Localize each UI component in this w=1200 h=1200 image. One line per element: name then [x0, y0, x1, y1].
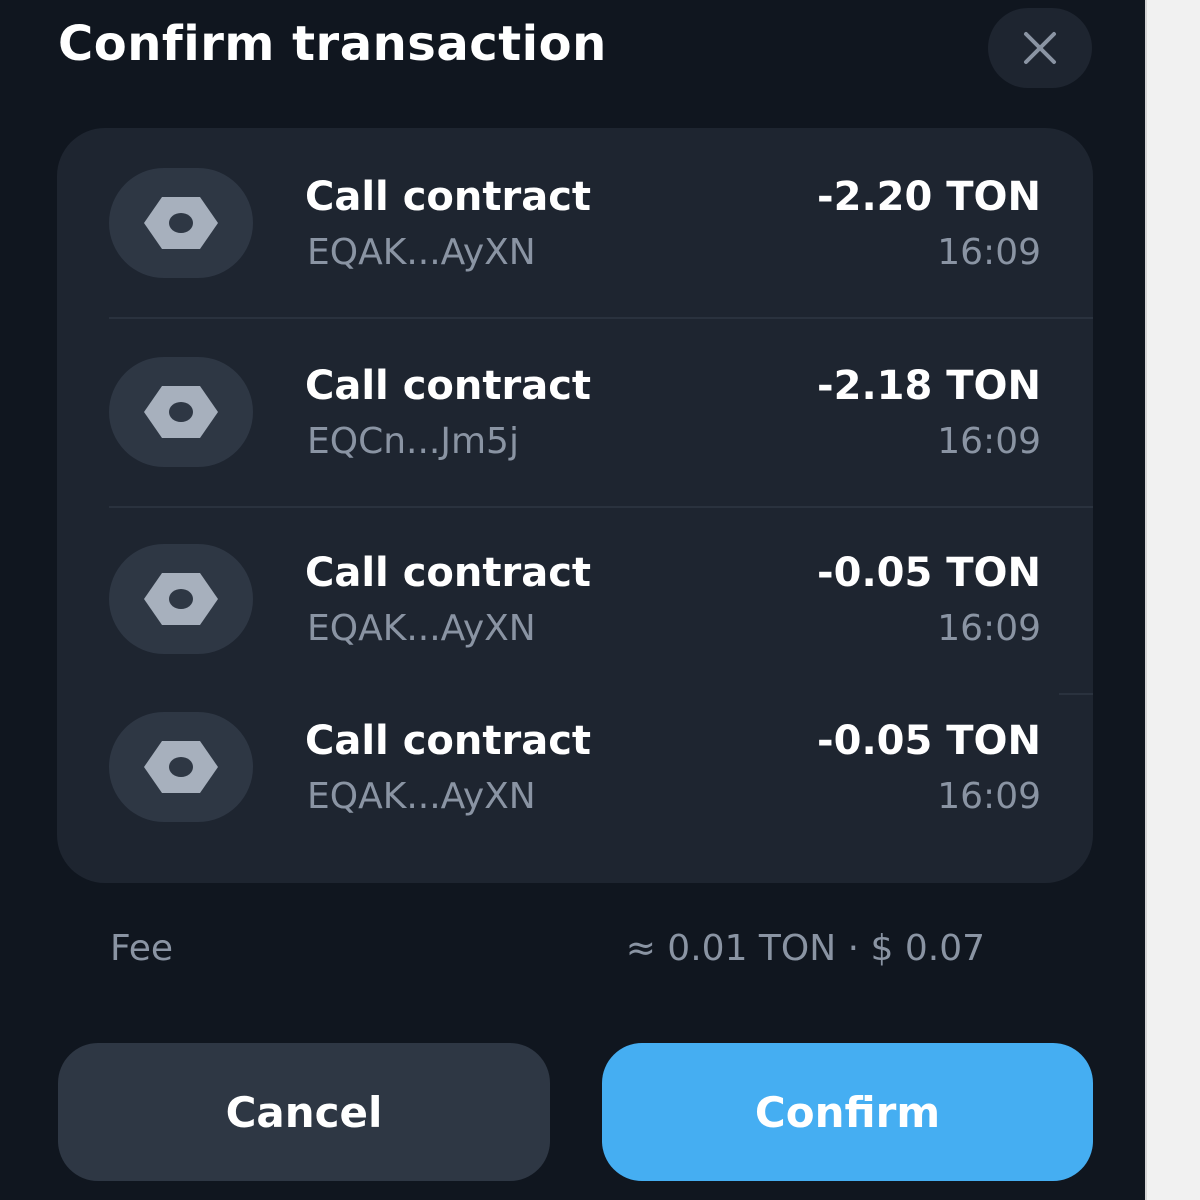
nut-icon: [144, 573, 218, 625]
transaction-amount: -0.05 TON: [817, 550, 1041, 596]
transaction-time: 16:09: [937, 232, 1041, 273]
transaction-time: 16:09: [937, 421, 1041, 462]
transaction-address: EQAK...AyXN: [307, 608, 536, 649]
nut-icon: [144, 197, 218, 249]
nut-icon: [144, 386, 218, 438]
fee-value: ≈ 0.01 TON · $ 0.07: [625, 928, 985, 969]
transaction-row: Call contract EQAK...AyXN -0.05 TON 16:0…: [57, 507, 1093, 694]
transaction-name: Call contract: [305, 363, 592, 409]
contract-icon-badge: [109, 357, 253, 467]
transaction-name: Call contract: [305, 718, 592, 764]
transaction-time: 16:09: [937, 776, 1041, 817]
confirm-transaction-modal: Confirm transaction Call contract EQAK..…: [0, 0, 1145, 1200]
contract-icon-badge: [109, 168, 253, 278]
close-icon: [1024, 32, 1056, 64]
confirm-button[interactable]: Confirm: [602, 1043, 1093, 1181]
transaction-name: Call contract: [305, 550, 592, 596]
transaction-row: Call contract EQAK...AyXN -2.20 TON 16:0…: [57, 128, 1093, 318]
transaction-name: Call contract: [305, 174, 592, 220]
contract-icon-badge: [109, 712, 253, 822]
cancel-button[interactable]: Cancel: [58, 1043, 550, 1181]
transaction-row: Call contract EQAK...AyXN -0.05 TON 16:0…: [57, 694, 1093, 883]
transaction-address: EQCn...Jm5j: [307, 421, 519, 462]
modal-title: Confirm transaction: [58, 16, 607, 72]
transaction-row: Call contract EQCn...Jm5j -2.18 TON 16:0…: [57, 318, 1093, 506]
transaction-amount: -2.20 TON: [817, 174, 1041, 220]
close-button[interactable]: [988, 8, 1092, 88]
transaction-amount: -2.18 TON: [817, 363, 1041, 409]
transaction-amount: -0.05 TON: [817, 718, 1041, 764]
nut-icon: [144, 741, 218, 793]
window-edge: [1145, 0, 1200, 1200]
transaction-list: Call contract EQAK...AyXN -2.20 TON 16:0…: [57, 128, 1093, 883]
transaction-address: EQAK...AyXN: [307, 232, 536, 273]
transaction-address: EQAK...AyXN: [307, 776, 536, 817]
fee-label: Fee: [110, 928, 174, 969]
contract-icon-badge: [109, 544, 253, 654]
transaction-time: 16:09: [937, 608, 1041, 649]
